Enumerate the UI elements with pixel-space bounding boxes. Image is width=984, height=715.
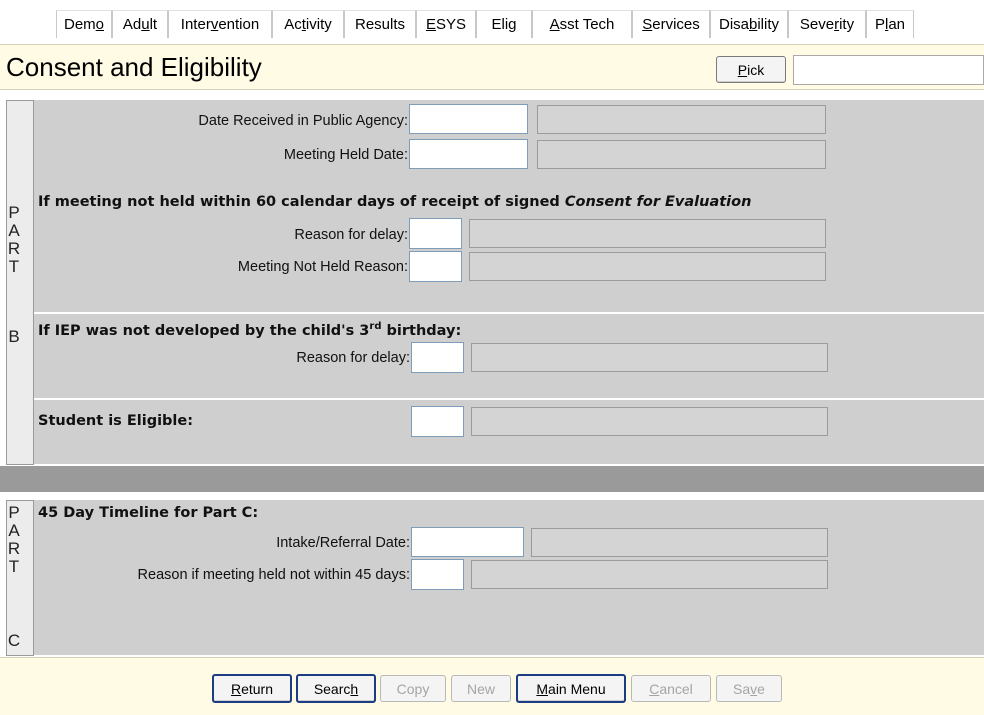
tab-activity[interactable]: Ac t ivity: [272, 10, 344, 38]
intake-display: [531, 528, 828, 557]
tab-intervention[interactable]: Inter v ention: [168, 10, 272, 38]
part-c-letter: R: [7, 539, 21, 558]
date-received-input[interactable]: [409, 104, 528, 134]
tab-plan[interactable]: Pl an: [866, 10, 914, 38]
tab-adult[interactable]: Ad u lt: [112, 10, 168, 38]
intake-input[interactable]: [411, 527, 524, 557]
tab-results[interactable]: Results: [344, 10, 416, 38]
iep-reason-input[interactable]: [411, 342, 464, 373]
not-held-label: Meeting Not Held Reason:: [237, 259, 408, 275]
return-button[interactable]: Return: [212, 674, 292, 703]
iep-reason-display: [471, 343, 828, 372]
meeting-held-label: Meeting Held Date:: [283, 147, 408, 163]
reason45-display: [471, 560, 828, 589]
reason-delay-display: [469, 219, 826, 248]
tab-disability[interactable]: Disa b ility: [710, 10, 788, 38]
eligible-label: Student is Eligible:: [38, 413, 194, 429]
part-b-letter: A: [8, 221, 20, 240]
meeting-held-input[interactable]: [409, 139, 528, 169]
part-c-letter: C: [7, 631, 21, 650]
reason45-input[interactable]: [411, 559, 464, 590]
part-b-side: P A R T B: [6, 100, 34, 465]
search-button[interactable]: Searc h: [296, 674, 376, 703]
cancel-button[interactable]: Cancel: [631, 675, 711, 702]
page-title: Consent and Eligibility: [6, 52, 262, 82]
date-received-display: [537, 105, 826, 134]
part-c-letter: A: [8, 521, 20, 540]
part-c-heading: 45 Day Timeline for Part C:: [38, 505, 259, 521]
part-c-letter: T: [8, 557, 20, 576]
intake-label: Intake/Referral Date:: [276, 535, 410, 551]
part-b-letter: T: [8, 257, 20, 276]
tab-asst-tech[interactable]: Asst Tech: [532, 10, 632, 38]
part-b-letter: B: [8, 327, 20, 346]
delay-heading: If meeting not held within 60 calendar d…: [38, 194, 752, 210]
eligible-display: [471, 407, 828, 436]
part-c-letter: P: [8, 503, 20, 522]
tab-elig[interactable]: Eli g: [476, 10, 532, 38]
part-b-letter: R: [7, 239, 21, 258]
iep-reason-label: Reason for delay:: [296, 350, 410, 366]
iep-heading: If IEP was not developed by the child's …: [38, 321, 462, 339]
not-held-display: [469, 252, 826, 281]
pick-button[interactable]: Pick: [716, 56, 786, 83]
part-b-letter: P: [8, 203, 20, 222]
reason-delay-label: Reason for delay:: [294, 227, 408, 243]
date-received-label: Date Received in Public Agency:: [198, 113, 408, 129]
not-held-input[interactable]: [409, 251, 462, 282]
save-button[interactable]: Sa v e: [716, 675, 782, 702]
eligible-input[interactable]: [411, 406, 464, 437]
reason-delay-input[interactable]: [409, 218, 462, 249]
main-menu-button[interactable]: Main Menu: [516, 674, 626, 703]
meeting-held-display: [537, 140, 826, 169]
pick-input[interactable]: [793, 55, 984, 85]
copy-button[interactable]: Copy: [380, 675, 446, 702]
tab-services[interactable]: Services: [632, 10, 710, 38]
section-divider: [0, 466, 984, 492]
tab-severity[interactable]: Seve r ity: [788, 10, 866, 38]
new-button[interactable]: New: [451, 675, 511, 702]
part-c-side: P A R T C: [6, 500, 34, 656]
tab-esys[interactable]: E SYS: [416, 10, 476, 38]
tab-bar: Dem o Ad u lt Inter v ention Ac t ivity Results…: [56, 10, 914, 40]
reason45-label: Reason if meeting held not within 45 day…: [137, 567, 410, 583]
tab-demo[interactable]: Dem o: [56, 10, 112, 38]
